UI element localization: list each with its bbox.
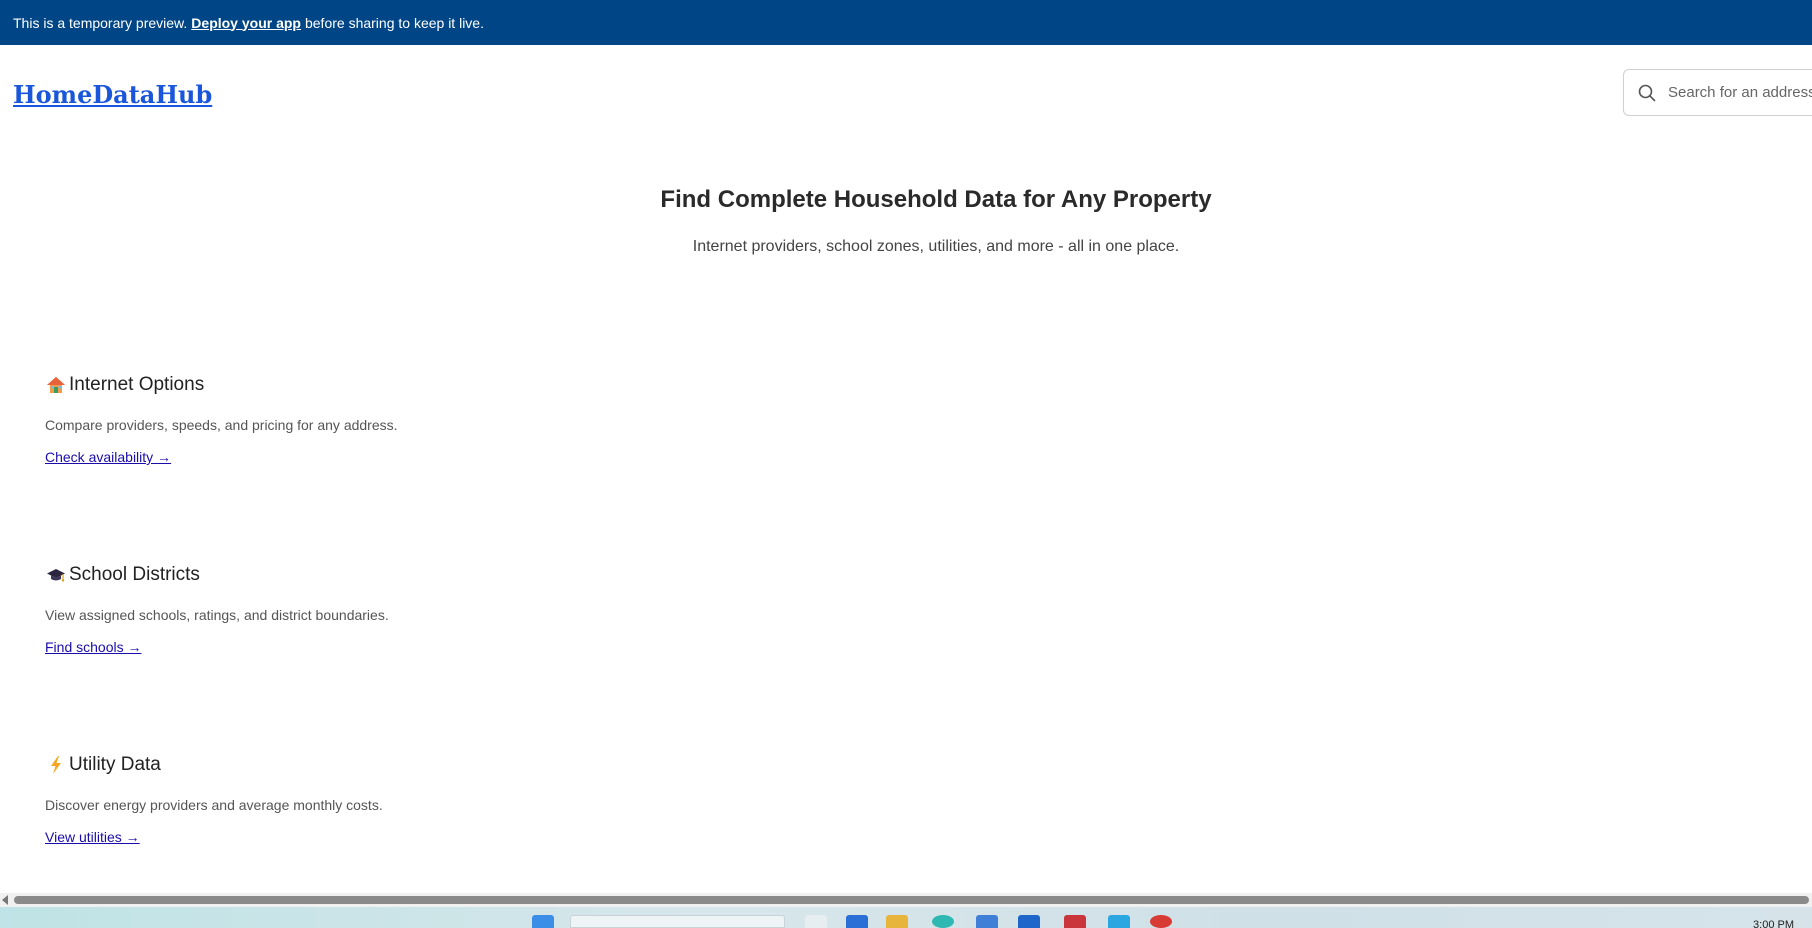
- feature-title: School Districts: [45, 564, 645, 586]
- feature-title-text: Utility Data: [69, 754, 161, 775]
- app-icon[interactable]: [1108, 915, 1130, 928]
- banner-suffix: before sharing to keep it live.: [304, 14, 484, 31]
- taskbar-search-box[interactable]: [570, 915, 785, 928]
- hero-title: Find Complete Household Data for Any Pro…: [660, 186, 1212, 213]
- banner-prefix: This is a temporary preview.: [13, 14, 188, 31]
- search-icon: [1638, 84, 1656, 101]
- view-utilities-link[interactable]: View utilities →: [45, 829, 140, 845]
- mail-icon[interactable]: [1064, 915, 1086, 928]
- brand-logo-link[interactable]: HomeDataHub: [13, 80, 212, 109]
- folder-icon[interactable]: [886, 915, 908, 928]
- taskbar-clock: 3:00 PM: [1753, 919, 1794, 928]
- lightning-icon: [45, 754, 67, 776]
- search-input[interactable]: [1668, 84, 1812, 101]
- scroll-left-icon[interactable]: [2, 895, 8, 905]
- feature-utilities: Utility Data Discover energy providers a…: [45, 754, 645, 847]
- chrome-icon[interactable]: [932, 915, 954, 928]
- scrollbar-thumb[interactable]: [14, 896, 1809, 904]
- store-icon[interactable]: [976, 915, 998, 928]
- house-icon: [45, 374, 67, 396]
- feature-description: Discover energy providers and average mo…: [45, 797, 383, 813]
- find-schools-link[interactable]: Find schools →: [45, 639, 141, 655]
- graduation-cap-icon: [45, 564, 67, 586]
- outlook-icon[interactable]: [1018, 915, 1040, 928]
- feature-title: Internet Options: [45, 374, 645, 396]
- deploy-app-link[interactable]: Deploy your app: [191, 15, 301, 31]
- feature-description: View assigned schools, ratings, and dist…: [45, 607, 389, 623]
- feature-internet: Internet Options Compare providers, spee…: [45, 374, 645, 467]
- feature-title: Utility Data: [45, 754, 645, 776]
- edge-icon[interactable]: [846, 915, 868, 928]
- feature-schools: School Districts View assigned schools, …: [45, 564, 645, 657]
- hero-subtitle: Internet providers, school zones, utilit…: [692, 238, 1180, 255]
- feature-description: Compare providers, speeds, and pricing f…: [45, 417, 398, 433]
- check-availability-link[interactable]: Check availability →: [45, 449, 171, 465]
- preview-banner: This is a temporary preview. Deploy your…: [0, 0, 1812, 45]
- feature-title-text: School Districts: [69, 564, 200, 585]
- browser-icon[interactable]: [1150, 915, 1172, 928]
- taskview-icon[interactable]: [805, 915, 827, 928]
- search-box[interactable]: [1623, 69, 1812, 116]
- feature-title-text: Internet Options: [69, 374, 205, 395]
- start-icon[interactable]: [532, 915, 554, 928]
- horizontal-scrollbar[interactable]: [0, 893, 1812, 907]
